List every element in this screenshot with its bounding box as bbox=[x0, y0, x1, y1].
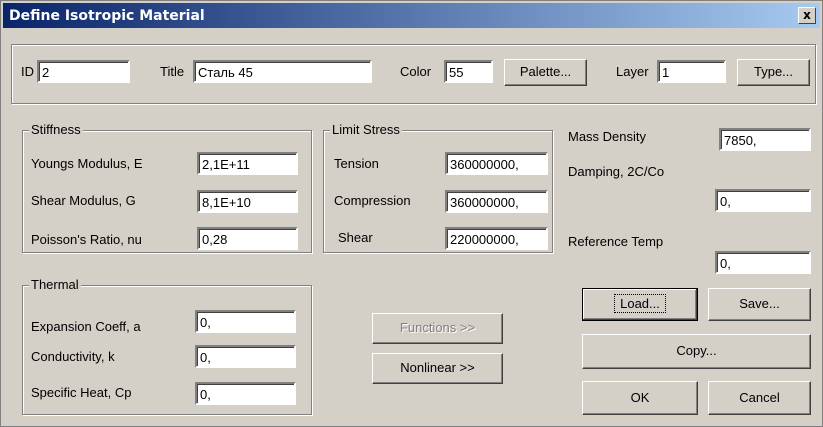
save-button[interactable]: Save... bbox=[708, 288, 811, 321]
id-label-text: ID bbox=[21, 64, 34, 79]
specific-heat-field[interactable]: 0, bbox=[195, 382, 296, 405]
conductivity-field[interactable]: 0, bbox=[195, 345, 296, 368]
ok-button-label: OK bbox=[630, 390, 650, 405]
thermal-group-title: Thermal bbox=[29, 277, 81, 293]
id-field[interactable]: 2 bbox=[37, 60, 130, 83]
expansion-coeff-field[interactable]: 0, bbox=[195, 310, 296, 333]
poissons-ratio-field[interactable]: 0,28 bbox=[197, 227, 298, 250]
tension-field[interactable]: 360000000, bbox=[445, 152, 548, 175]
shear-modulus-field[interactable]: 8,1E+10 bbox=[197, 190, 298, 213]
mass-density-label: Mass Density bbox=[568, 129, 647, 144]
type-button-label: Type... bbox=[753, 64, 794, 79]
reference-temp-label: Reference Temp bbox=[568, 234, 664, 249]
mass-density-field[interactable]: 7850, bbox=[719, 128, 811, 151]
load-button[interactable]: Load... bbox=[582, 288, 698, 321]
expansion-coeff-label: Expansion Coeff, a bbox=[31, 319, 141, 334]
limit-stress-group-title: Limit Stress bbox=[330, 122, 402, 138]
shear-stress-field[interactable]: 220000000, bbox=[445, 227, 548, 250]
damping-label: Damping, 2C/Co bbox=[568, 164, 665, 179]
functions-button[interactable]: Functions >> bbox=[372, 313, 503, 344]
youngs-modulus-label: Youngs Modulus, E bbox=[31, 156, 143, 171]
copy-button[interactable]: Copy... bbox=[582, 334, 811, 369]
define-isotropic-material-dialog: Define Isotropic Material x ID 2 Title С… bbox=[0, 0, 823, 427]
layer-field[interactable]: 1 bbox=[657, 60, 726, 83]
nonlinear-button-label: Nonlinear >> bbox=[400, 360, 475, 375]
copy-button-label: Copy... bbox=[676, 343, 717, 358]
nonlinear-button[interactable]: Nonlinear >> bbox=[372, 353, 503, 384]
close-icon: x bbox=[803, 8, 811, 22]
id-label: ID bbox=[21, 64, 34, 79]
specific-heat-label: Specific Heat, Cp bbox=[31, 385, 132, 400]
damping-field[interactable]: 0, bbox=[715, 189, 811, 212]
save-button-label: Save... bbox=[739, 296, 780, 311]
palette-button-label: Palette... bbox=[519, 64, 572, 79]
window-title: Define Isotropic Material bbox=[9, 8, 205, 24]
cancel-button-label: Cancel bbox=[739, 390, 780, 405]
poissons-ratio-label: Poisson's Ratio, nu bbox=[31, 232, 142, 247]
title-label: Title bbox=[160, 64, 185, 79]
compression-label: Compression bbox=[334, 193, 411, 208]
youngs-modulus-field[interactable]: 2,1E+11 bbox=[197, 152, 298, 175]
title-field[interactable]: Сталь 45 bbox=[193, 60, 372, 83]
type-button[interactable]: Type... bbox=[737, 59, 810, 86]
color-label: Color bbox=[400, 64, 432, 79]
compression-field[interactable]: 360000000, bbox=[445, 190, 548, 213]
color-field[interactable]: 55 bbox=[444, 60, 493, 83]
tension-label: Tension bbox=[334, 156, 379, 171]
shear-stress-label: Shear bbox=[338, 230, 373, 245]
close-button[interactable]: x bbox=[798, 7, 816, 24]
layer-label: Layer bbox=[616, 64, 649, 79]
title-bar[interactable]: Define Isotropic Material x bbox=[3, 3, 820, 28]
ok-button[interactable]: OK bbox=[582, 381, 698, 415]
conductivity-label: Conductivity, k bbox=[31, 349, 115, 364]
shear-modulus-label: Shear Modulus, G bbox=[31, 193, 136, 208]
stiffness-group-title: Stiffness bbox=[29, 122, 83, 138]
reference-temp-field[interactable]: 0, bbox=[715, 251, 811, 274]
load-button-label: Load... bbox=[614, 294, 666, 313]
palette-button[interactable]: Palette... bbox=[504, 59, 587, 86]
cancel-button[interactable]: Cancel bbox=[708, 381, 811, 415]
functions-button-label: Functions >> bbox=[399, 320, 476, 335]
